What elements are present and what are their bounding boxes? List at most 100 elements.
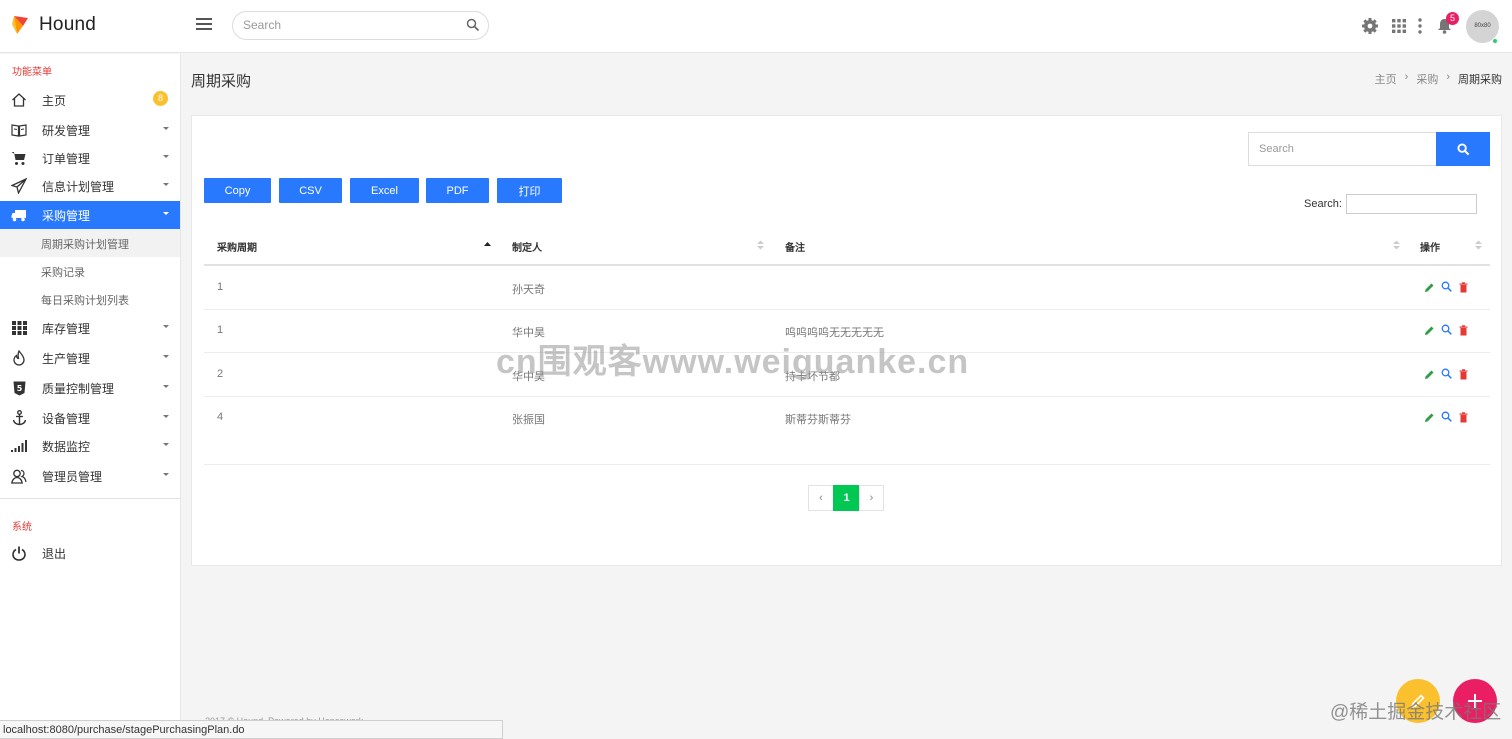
chevron-down-icon: [163, 443, 169, 446]
view-search-icon[interactable]: [1441, 324, 1452, 335]
signal-icon: [11, 438, 27, 454]
chevron-down-icon: [163, 325, 169, 328]
cell-period: 1: [217, 281, 224, 293]
view-search-icon[interactable]: [1441, 281, 1452, 292]
copy-button[interactable]: Copy: [204, 178, 271, 203]
book-icon: [11, 122, 27, 138]
sidebar-subitem-cycle-plan[interactable]: 周期采购计划管理: [0, 229, 180, 257]
view-search-icon[interactable]: [1441, 368, 1452, 379]
column-header-period[interactable]: 采购周期: [217, 239, 257, 254]
sidebar-item-purchase[interactable]: 采购管理: [0, 201, 180, 229]
cell-period: 1: [217, 324, 224, 336]
anchor-icon: [11, 410, 27, 426]
table-header-divider: [204, 264, 1490, 266]
hound-logo-icon: [12, 16, 28, 34]
notification-badge: 5: [1446, 12, 1459, 25]
sort-both-icon[interactable]: [1393, 240, 1400, 250]
cart-icon: [11, 150, 27, 166]
sidebar-item-production[interactable]: 生产管理: [0, 344, 180, 372]
chevron-down-icon: [163, 355, 169, 358]
sidebar-item-equipment[interactable]: 设备管理: [0, 404, 180, 432]
sort-both-icon[interactable]: [757, 240, 764, 250]
chevron-down-icon: [163, 127, 169, 130]
pagination-prev[interactable]: ‹: [808, 485, 834, 511]
truck-icon: [11, 207, 27, 223]
sidebar-item-rnd[interactable]: 研发管理: [0, 116, 180, 144]
top-search[interactable]: [232, 11, 489, 40]
cell-period: 2: [217, 368, 224, 380]
sidebar-item-orders[interactable]: 订单管理: [0, 144, 180, 172]
top-bar: Hound 5 80x80: [0, 0, 1512, 53]
sidebar-subitem-label: 每日采购计划列表: [41, 295, 129, 307]
sidebar-item-quality[interactable]: 5 质量控制管理: [0, 374, 180, 402]
sidebar-item-label: 质量控制管理: [42, 381, 115, 396]
menu-toggle-icon[interactable]: [196, 18, 212, 32]
sidebar-item-label: 信息计划管理: [42, 179, 115, 194]
edit-pencil-icon[interactable]: [1424, 325, 1435, 336]
delete-trash-icon[interactable]: [1458, 412, 1469, 423]
sidebar-subitem-label: 采购记录: [41, 267, 85, 279]
search-icon[interactable]: [466, 18, 480, 32]
breadcrumb: 主页 › 采购 › 周期采购: [1375, 71, 1502, 87]
sidebar-item-logout[interactable]: 退出: [0, 539, 180, 567]
edit-pencil-icon[interactable]: [1424, 282, 1435, 293]
card-search[interactable]: [1248, 132, 1438, 166]
cell-maker: 张振国: [512, 414, 545, 426]
column-header-maker[interactable]: 制定人: [512, 239, 542, 254]
chevron-down-icon: [163, 385, 169, 388]
sidebar-subitem-daily-plan[interactable]: 每日采购计划列表: [0, 285, 180, 313]
card-search-button[interactable]: [1436, 132, 1490, 166]
delete-trash-icon[interactable]: [1458, 369, 1469, 380]
column-header-note[interactable]: 备注: [785, 239, 805, 254]
delete-trash-icon[interactable]: [1458, 282, 1469, 293]
breadcrumb-purchase[interactable]: 采购: [1416, 71, 1438, 87]
sidebar-subitem-label: 周期采购计划管理: [41, 239, 129, 251]
pagination-page-1[interactable]: 1: [833, 485, 860, 511]
sort-both-icon[interactable]: [1475, 240, 1482, 250]
breadcrumb-home[interactable]: 主页: [1375, 71, 1397, 87]
watermark-text: cn围观客www.weiguanke.cn: [496, 343, 970, 381]
cell-note: 斯蒂芬斯蒂芬: [785, 414, 851, 426]
sidebar-item-label: 生产管理: [42, 351, 91, 366]
column-header-actions[interactable]: 操作: [1420, 239, 1440, 254]
gear-icon[interactable]: [1361, 17, 1379, 35]
sidebar-item-info-plan[interactable]: 信息计划管理: [0, 172, 180, 200]
cell-maker: 孙天奇: [512, 284, 545, 296]
excel-button[interactable]: Excel: [350, 178, 419, 203]
home-badge: 8: [153, 91, 168, 106]
sort-asc-icon[interactable]: [484, 240, 491, 250]
breadcrumb-separator: ›: [1404, 71, 1409, 83]
top-search-input[interactable]: [243, 18, 453, 32]
more-vertical-icon[interactable]: [1418, 18, 1422, 34]
print-button[interactable]: 打印: [497, 178, 562, 203]
chevron-down-icon: [163, 473, 169, 476]
sidebar-item-monitor[interactable]: 数据监控: [0, 432, 180, 460]
edit-pencil-icon[interactable]: [1424, 369, 1435, 380]
users-icon: [11, 468, 27, 484]
pdf-button[interactable]: PDF: [426, 178, 489, 203]
apps-grid-icon[interactable]: [1392, 19, 1406, 33]
card-search-input[interactable]: [1249, 133, 1438, 165]
chevron-down-icon: [163, 183, 169, 186]
sidebar-item-label: 主页: [42, 93, 67, 108]
pagination-next[interactable]: ›: [859, 485, 884, 511]
sidebar-item-label: 采购管理: [42, 208, 91, 223]
online-status-dot: [1492, 38, 1498, 44]
row-divider: [204, 309, 1490, 310]
send-icon: [11, 178, 27, 194]
sidebar-subitem-records[interactable]: 采购记录: [0, 257, 180, 285]
shield-icon: 5: [11, 380, 27, 396]
brand-name: Hound: [39, 14, 96, 35]
sidebar-item-inventory[interactable]: 库存管理: [0, 314, 180, 342]
sidebar-section-system: 系统: [12, 522, 32, 533]
edit-pencil-icon[interactable]: [1424, 412, 1435, 423]
delete-trash-icon[interactable]: [1458, 325, 1469, 336]
table-search-input[interactable]: [1346, 194, 1477, 214]
sidebar-item-label: 设备管理: [42, 411, 91, 426]
csv-button[interactable]: CSV: [279, 178, 342, 203]
home-icon: [11, 92, 27, 108]
page-title: 周期采购: [191, 73, 252, 90]
sidebar-item-admin[interactable]: 管理员管理: [0, 462, 180, 490]
view-search-icon[interactable]: [1441, 411, 1452, 422]
brand[interactable]: Hound: [11, 14, 96, 36]
